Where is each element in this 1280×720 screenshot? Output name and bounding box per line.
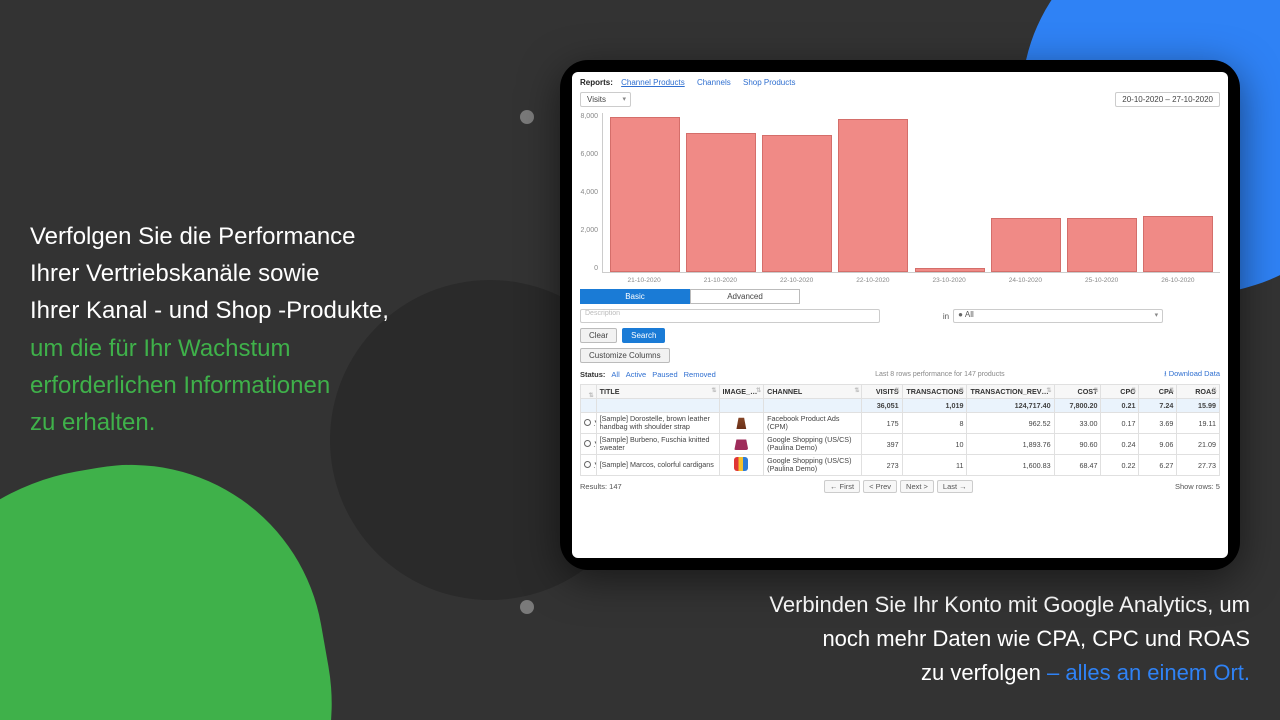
- summary-row: 36,0511,019124,717.407,800.200.217.2415.…: [581, 399, 1220, 413]
- col-cost[interactable]: COST: [1054, 385, 1101, 399]
- filter-input[interactable]: Description: [580, 309, 880, 323]
- col-visits[interactable]: VISITS: [862, 385, 902, 399]
- tab-advanced[interactable]: Advanced: [690, 289, 800, 304]
- nav-shop-products[interactable]: Shop Products: [743, 78, 795, 87]
- pager: ← First < Prev Next > Last →: [824, 480, 973, 493]
- filter-field-select[interactable]: ● All: [953, 309, 1163, 323]
- chart-x-ticks: 21-10-202021-10-202022-10-202022-10-2020…: [602, 275, 1220, 289]
- status-label: Status:: [580, 370, 605, 379]
- table-footer: Results: 147 ← First < Prev Next > Last …: [572, 476, 1228, 497]
- col-transaction_revenue[interactable]: TRANSACTION_REVENUE: [967, 385, 1054, 399]
- tablet-frame: Reports: Channel Products Channels Shop …: [560, 60, 1240, 570]
- promo-line: noch mehr Daten wie CPA, CPC und ROAS: [550, 622, 1250, 656]
- promo-line: Ihrer Vertriebskanäle sowie: [30, 255, 550, 292]
- col-transactions[interactable]: TRANSACTIONS: [902, 385, 967, 399]
- promo-line: zu verfolgen – alles an einem Ort.: [550, 656, 1250, 690]
- product-thumb: [734, 415, 748, 429]
- tab-basic[interactable]: Basic: [580, 289, 690, 304]
- results-count: Results: 147: [580, 482, 622, 491]
- chart-bar: [762, 135, 832, 272]
- promo-line: zu erhalten.: [30, 404, 550, 441]
- show-rows[interactable]: Show rows: 5: [1175, 482, 1220, 491]
- clear-button[interactable]: Clear: [580, 328, 617, 343]
- row-gear-icon[interactable]: [584, 461, 591, 468]
- chart-bar: [838, 119, 908, 272]
- filter-in-label: in: [943, 312, 949, 321]
- view-tabs: Basic Advanced: [572, 289, 1228, 309]
- chart-y-ticks: 8,000 6,000 4,000 2,000 0: [579, 113, 601, 272]
- chart-area: 8,000 6,000 4,000 2,000 0 21-10-202021-1…: [572, 113, 1228, 289]
- status-removed[interactable]: Removed: [684, 370, 716, 379]
- table-row[interactable]: [Sample] Burbeno, Fuschia knitted sweate…: [581, 434, 1220, 455]
- page-last[interactable]: Last →: [937, 480, 973, 493]
- col-cpc[interactable]: CPC: [1101, 385, 1139, 399]
- promo-line: Verfolgen Sie die Performance: [30, 218, 550, 255]
- filter-row: Description in ● All: [572, 309, 1228, 328]
- status-active[interactable]: Active: [626, 370, 646, 379]
- col-title[interactable]: TITLE: [596, 385, 719, 399]
- page-next[interactable]: Next >: [900, 480, 934, 493]
- row-gear-icon[interactable]: [584, 440, 591, 447]
- chart-bar: [991, 218, 1061, 272]
- status-bar: Status: All Active Paused Removed Last 8…: [572, 368, 1228, 384]
- col-image_link[interactable]: IMAGE_LINK: [719, 385, 764, 399]
- chart-bar: [915, 268, 985, 272]
- decor-blob-green: [0, 434, 366, 720]
- app-screen: Reports: Channel Products Channels Shop …: [572, 72, 1228, 558]
- decor-dot: [520, 600, 534, 614]
- promo-bottom-copy: Verbinden Sie Ihr Konto mit Google Analy…: [550, 588, 1250, 690]
- decor-dot: [520, 110, 534, 124]
- results-table: TITLEIMAGE_LINKCHANNELVISITSTRANSACTIONS…: [580, 384, 1220, 476]
- page-first[interactable]: ← First: [824, 480, 860, 493]
- nav-channels[interactable]: Channels: [697, 78, 731, 87]
- status-summary-text: Last 8 rows performance for 147 products: [875, 371, 1005, 378]
- toolbar: Visits 20-10-2020 – 27-10-2020: [572, 90, 1228, 113]
- reports-nav: Reports: Channel Products Channels Shop …: [572, 72, 1228, 90]
- status-paused[interactable]: Paused: [652, 370, 677, 379]
- promo-line: Ihrer Kanal - und Shop -Produkte,: [30, 292, 550, 329]
- col-channel[interactable]: CHANNEL: [764, 385, 862, 399]
- table-row[interactable]: [Sample] Dorostelle, brown leather handb…: [581, 413, 1220, 434]
- chart-bar: [686, 133, 756, 272]
- customize-columns-button[interactable]: Customize Columns: [580, 348, 670, 363]
- col-cpa[interactable]: CPA: [1139, 385, 1177, 399]
- chart-bar: [610, 117, 680, 272]
- search-button[interactable]: Search: [622, 328, 665, 343]
- row-gear-icon[interactable]: [584, 419, 591, 426]
- status-all[interactable]: All: [611, 370, 619, 379]
- product-thumb: [734, 436, 748, 450]
- product-thumb: [734, 457, 748, 471]
- chart-bar: [1067, 218, 1137, 272]
- bar-chart: 8,000 6,000 4,000 2,000 0: [602, 113, 1220, 273]
- download-data-link[interactable]: ⭳ Download Data: [1164, 368, 1220, 381]
- chart-bar: [1143, 216, 1213, 272]
- promo-line: um die für Ihr Wachstum: [30, 330, 550, 367]
- reports-label: Reports:: [580, 78, 613, 87]
- nav-channel-products[interactable]: Channel Products: [621, 78, 685, 87]
- promo-line: Verbinden Sie Ihr Konto mit Google Analy…: [550, 588, 1250, 622]
- page-prev[interactable]: < Prev: [863, 480, 897, 493]
- col-roas[interactable]: ROAS: [1177, 385, 1220, 399]
- metric-select[interactable]: Visits: [580, 92, 631, 107]
- date-range-picker[interactable]: 20-10-2020 – 27-10-2020: [1115, 92, 1220, 107]
- promo-left-copy: Verfolgen Sie die Performance Ihrer Vert…: [30, 218, 550, 441]
- table-row[interactable]: [Sample] Marcos, colorful cardigansGoogl…: [581, 455, 1220, 476]
- promo-line: erforderlichen Informationen: [30, 367, 550, 404]
